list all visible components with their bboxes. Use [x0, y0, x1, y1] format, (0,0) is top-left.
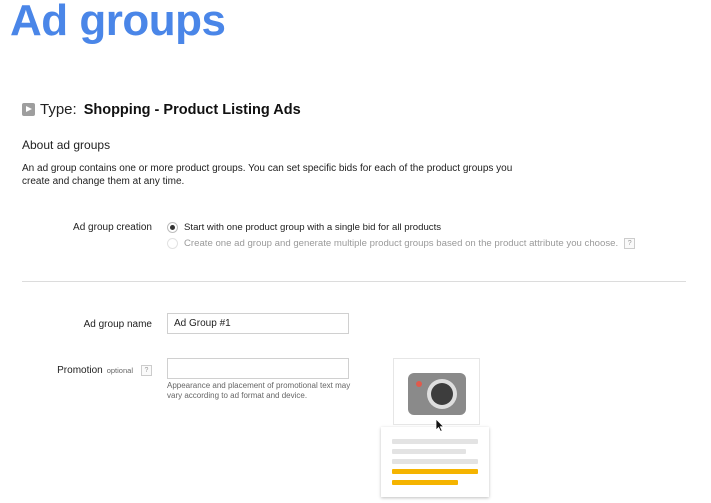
help-icon[interactable]: ?	[624, 238, 636, 249]
promotion-highlight-line	[392, 469, 478, 474]
radio-button-selected[interactable]	[167, 222, 178, 233]
radio-option-single-bid[interactable]: Start with one product group with a sing…	[167, 222, 441, 233]
ad-group-name-label: Ad group name	[83, 319, 152, 330]
ad-group-creation-label: Ad group creation	[73, 222, 152, 233]
promotion-input[interactable]	[167, 358, 349, 379]
promotion-label-row: Promotion optional ?	[57, 365, 152, 376]
arrow-cursor-icon	[435, 418, 445, 432]
radio-option-label: Start with one product group with a sing…	[184, 222, 442, 233]
slide-title: Ad groups	[10, 0, 226, 45]
about-description: An ad group contains one or more product…	[22, 163, 513, 187]
product-image-preview	[393, 358, 480, 425]
optional-tag: optional	[106, 366, 133, 375]
ad-group-name-input[interactable]: Ad Group #1	[167, 313, 349, 334]
ad-text-preview	[381, 427, 489, 497]
play-icon[interactable]	[22, 103, 35, 116]
section-divider	[22, 281, 686, 282]
type-value: Shopping - Product Listing Ads	[83, 101, 301, 118]
radio-option-multiple-groups[interactable]: Create one ad group and generate multipl…	[167, 238, 636, 249]
promotion-note: Appearance and placement of promotional …	[167, 381, 351, 400]
radio-option-label: Create one ad group and generate multipl…	[184, 238, 619, 249]
promotion-highlight-line	[392, 480, 458, 485]
placeholder-line	[392, 439, 478, 444]
promotion-label: Promotion	[57, 365, 103, 376]
help-icon[interactable]: ?	[141, 365, 152, 376]
campaign-type: Type: Shopping - Product Listing Ads	[22, 101, 301, 118]
radio-button-disabled[interactable]	[167, 238, 178, 249]
placeholder-line	[392, 449, 466, 454]
about-heading: About ad groups	[22, 138, 111, 152]
placeholder-line	[392, 459, 478, 464]
type-label: Type:	[40, 101, 77, 118]
camera-icon	[408, 373, 466, 415]
